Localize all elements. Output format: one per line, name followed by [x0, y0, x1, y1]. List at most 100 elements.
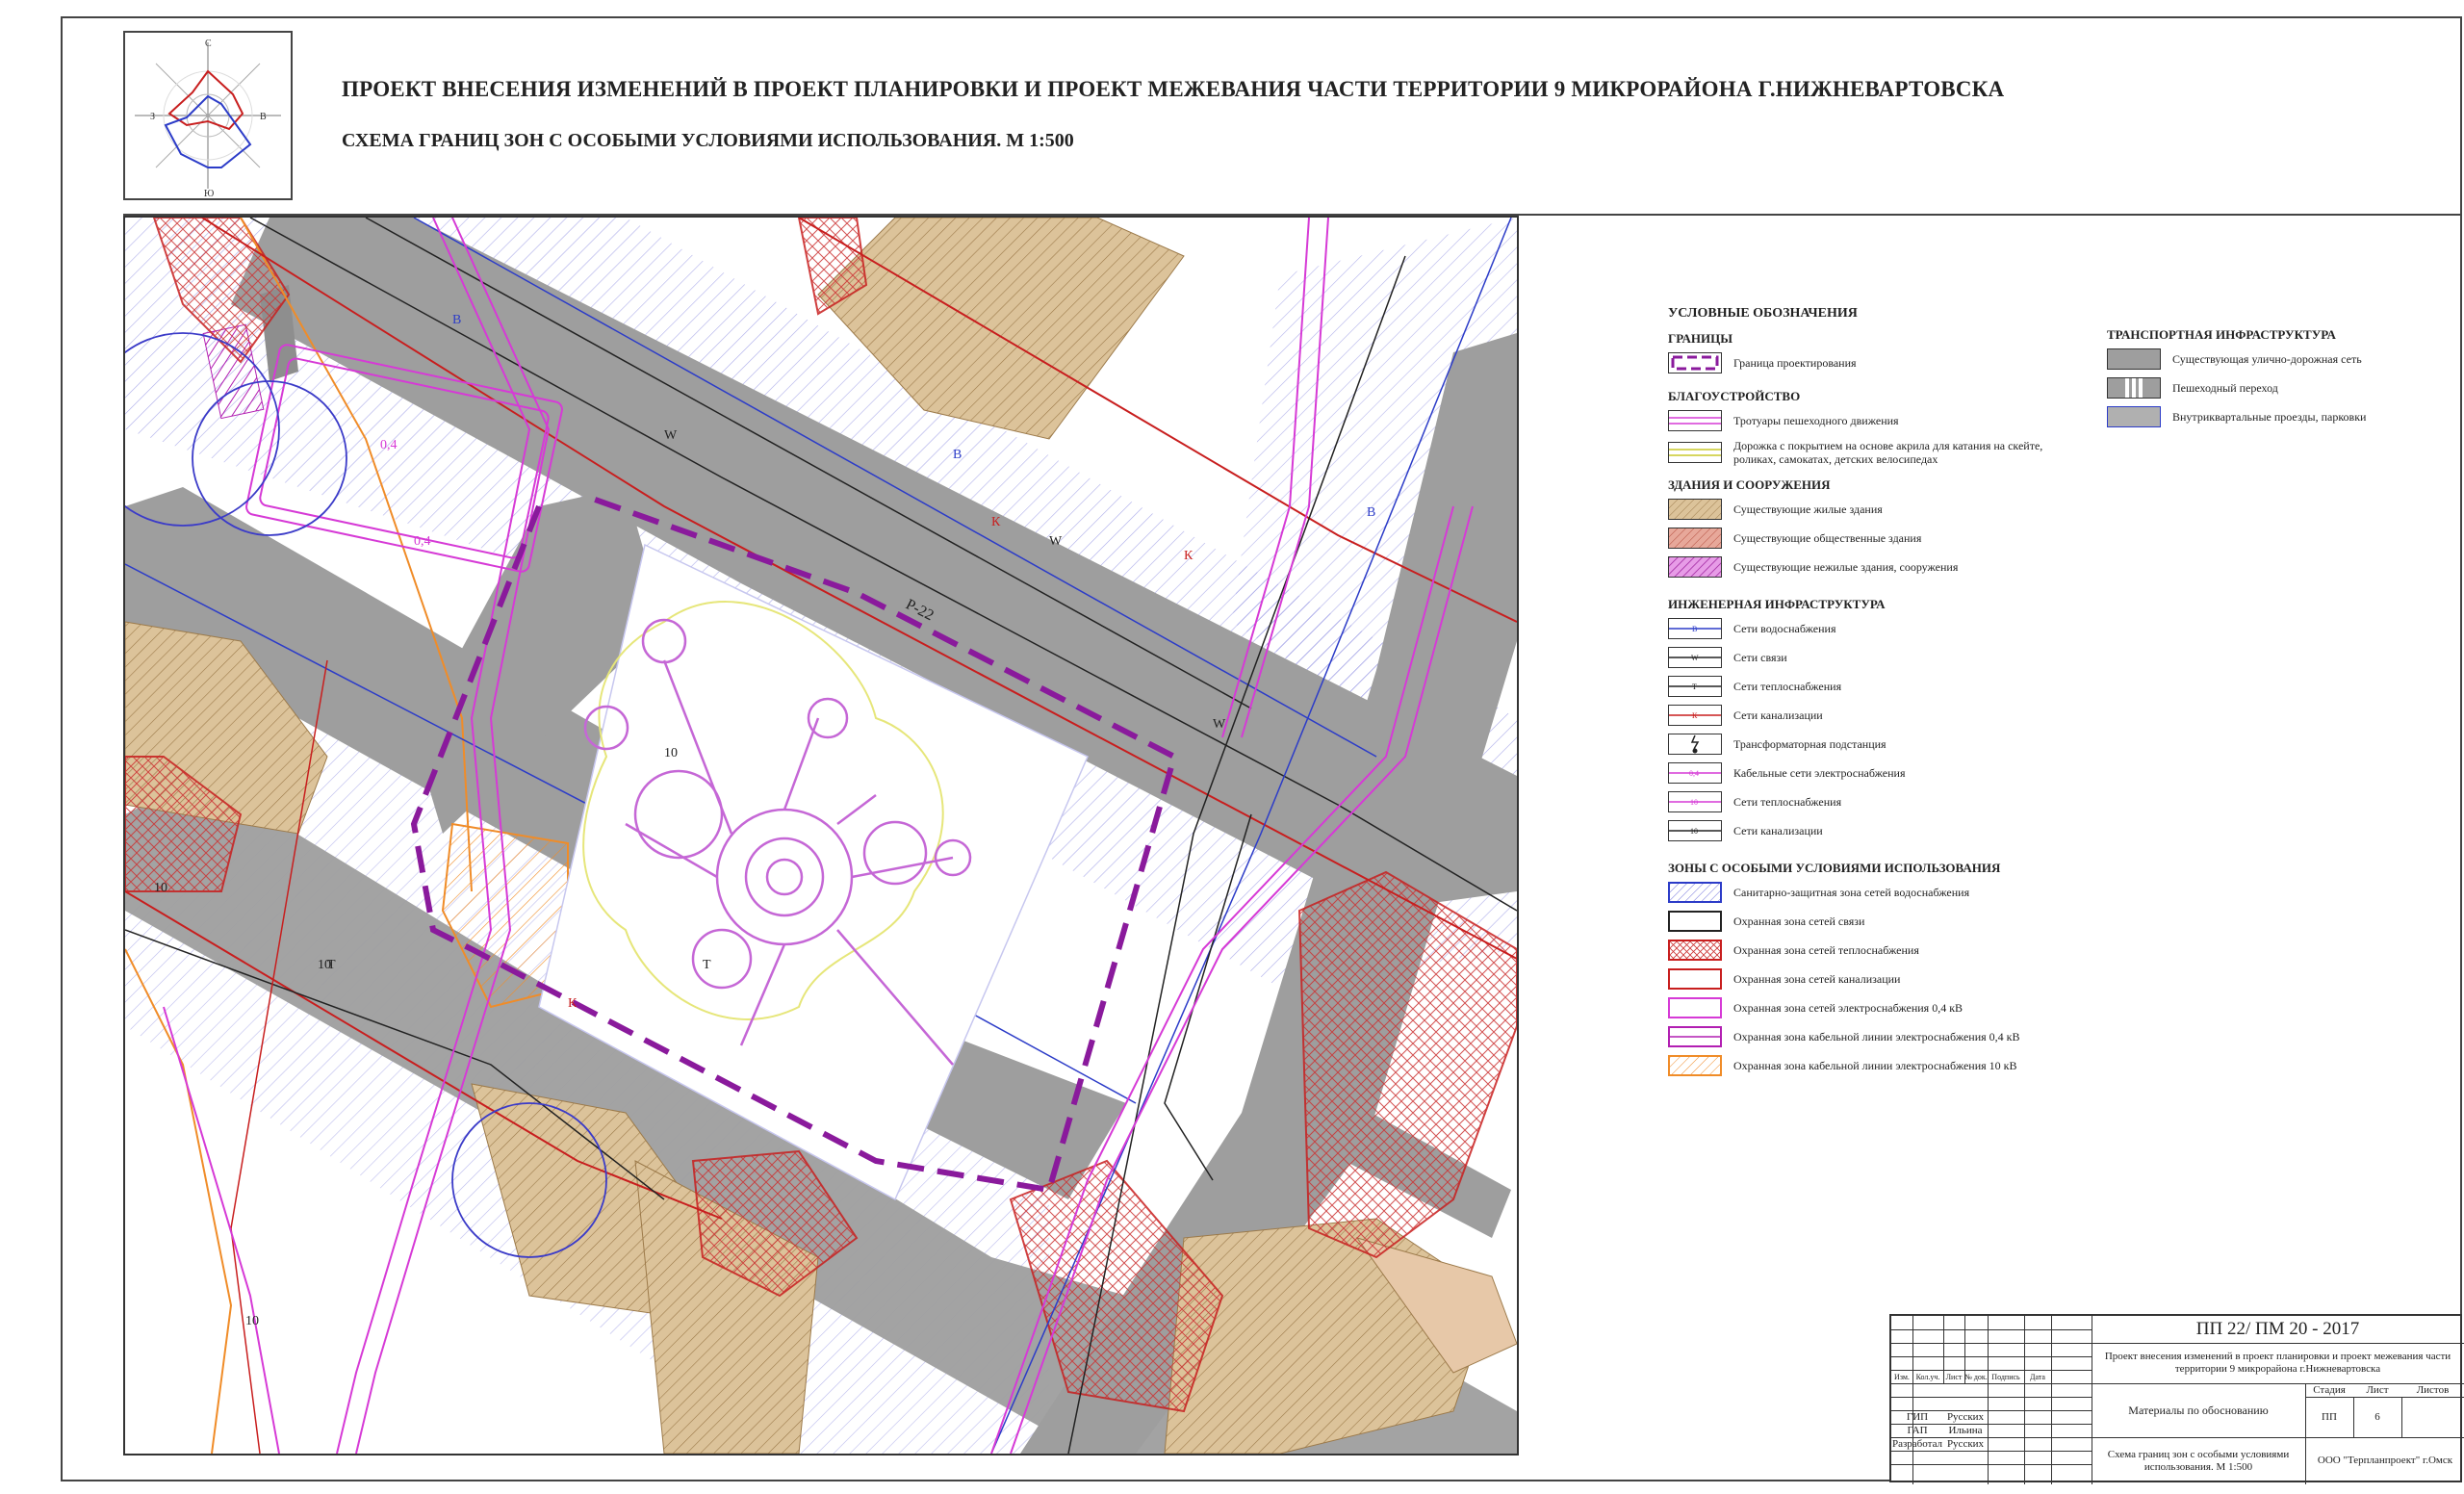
site-plan-map[interactable]: Р-22 В В В W W W К К К Т Т 0,4 0,4 10 10…: [125, 218, 1517, 1454]
legend-item-z-heat: Охранная зона сетей теплоснабжения: [1668, 940, 1919, 961]
legend-item-comm-line: W Сети связи: [1668, 647, 1787, 668]
water-zone-swatch-icon: [1668, 882, 1722, 903]
sheet-value: 6: [2374, 1411, 2380, 1423]
heat-line-swatch-icon: Т: [1668, 676, 1722, 697]
drive-swatch-icon: [2107, 406, 2161, 427]
legend-section-zones: ЗОНЫ С ОСОБЫМИ УСЛОВИЯМИ ИСПОЛЬЗОВАНИЯ: [1668, 861, 2001, 875]
nonres-building-swatch-icon: [1668, 556, 1722, 578]
stage-value: ПП: [2322, 1411, 2337, 1423]
label-comm-3: W: [1213, 717, 1226, 732]
legend-item-road: Существующая улично-дорожная сеть: [2107, 348, 2362, 370]
name-gip: Русских: [1946, 1411, 1985, 1423]
crossing-swatch-icon: [2107, 377, 2161, 399]
sheet-name: Схема границ зон с особыми условиями исп…: [2107, 1448, 2290, 1473]
role-gap: ГАП: [1907, 1425, 1928, 1436]
el04-zone-swatch-icon: [1668, 997, 1722, 1018]
legend-title: УСЛОВНЫЕ ОБОЗНАЧЕНИЯ: [1668, 306, 1858, 321]
cable-line-swatch-icon: 0,4: [1668, 762, 1722, 784]
svg-text:Т: Т: [1692, 683, 1697, 691]
legend-item-crossing: Пешеходный переход: [2107, 377, 2278, 399]
road-swatch-icon: [2107, 348, 2161, 370]
label-cable04: 0,4: [380, 438, 398, 452]
legend-item-z-sewer: Охранная зона сетей канализации: [1668, 968, 1900, 990]
stage-header: Стадия: [2313, 1384, 2346, 1396]
substation-swatch-icon: [1668, 734, 1722, 755]
sheets-value: [2401, 1397, 2464, 1437]
legend-section-transport: ТРАНСПОРТНАЯ ИНФРАСТРУКТУРА: [2107, 327, 2336, 342]
legend-item-drive: Внутриквартальные проезды, парковки: [2107, 406, 2366, 427]
legend-item-z-comm: Охранная зона сетей связи: [1668, 911, 1864, 932]
comm-zone-swatch-icon: [1668, 911, 1722, 932]
legend-item-heat-line-2: 10 Сети теплоснабжения: [1668, 791, 1841, 812]
residential-swatch-icon: [1668, 499, 1722, 520]
svg-text:10: 10: [1690, 798, 1698, 807]
compass-south: Ю: [204, 189, 214, 198]
legend-item-z-cab04: Охранная зона кабельной линии электросна…: [1668, 1026, 2019, 1047]
heat-line-2-swatch-icon: 10: [1668, 791, 1722, 812]
page-title: ПРОЕКТ ВНЕСЕНИЯ ИЗМЕНЕНИЙ В ПРОЕКТ ПЛАНИ…: [342, 77, 2005, 101]
comm-line-swatch-icon: W: [1668, 647, 1722, 668]
svg-text:0,4: 0,4: [1689, 769, 1699, 778]
svg-text:W: W: [1691, 654, 1699, 662]
map-canvas[interactable]: Р-22 В В В W W W К К К Т Т 0,4 0,4 10 10…: [123, 216, 1519, 1455]
label-sewer-2: К: [1184, 549, 1194, 563]
sewer-line-swatch-icon: К: [1668, 705, 1722, 726]
label-comm: W: [664, 428, 678, 443]
col-list: Лист: [1945, 1372, 1963, 1381]
label-comm-2: W: [1049, 534, 1063, 549]
col-kol: Кол.уч.: [1915, 1372, 1940, 1381]
label-cable10-2: 10: [318, 958, 331, 972]
sewer-line-2-swatch-icon: 10: [1668, 820, 1722, 841]
legend-item-boundary: Граница проектирования: [1668, 352, 1857, 374]
legend-item-heat-line: Т Сети теплоснабжения: [1668, 676, 1841, 697]
legend-item-cable-line: 0,4 Кабельные сети электроснабжения: [1668, 762, 1906, 784]
label-sewer-3: К: [568, 996, 578, 1011]
project-name: Проект внесения изменений в проект плани…: [2104, 1351, 2451, 1375]
svg-text:10: 10: [1690, 827, 1698, 836]
label-cable10: 10: [154, 881, 167, 895]
label-sewer: К: [991, 515, 1001, 529]
legend-item-public: Существующие общественные здания: [1668, 528, 1921, 549]
col-izm: Изм.: [1894, 1372, 1910, 1381]
sewer-zone-swatch-icon: [1668, 968, 1722, 990]
label-heat-2: Т: [703, 958, 711, 972]
name-developer: Русских: [1946, 1438, 1985, 1450]
role-developer: Разработал: [1891, 1438, 1943, 1450]
col-sign: Подпись: [1991, 1372, 2020, 1381]
acryl-path-swatch-icon: [1668, 442, 1722, 463]
heat-zone-swatch-icon: [1668, 940, 1722, 961]
label-water-2: В: [953, 448, 962, 462]
label-cable04-2: 0,4: [414, 534, 431, 549]
legend-item-residential: Существующие жилые здания: [1668, 499, 1883, 520]
wind-rose-compass: С Ю З В: [123, 31, 293, 200]
cab04-zone-swatch-icon: [1668, 1026, 1722, 1047]
legend-item-z-cab10: Охранная зона кабельной линии электросна…: [1668, 1055, 2016, 1076]
legend-section-engineering: ИНЖЕНЕРНАЯ ИНФРАСТРУКТУРА: [1668, 597, 1886, 611]
svg-text:К: К: [1692, 711, 1698, 720]
water-line-swatch-icon: В: [1668, 618, 1722, 639]
sidewalk-swatch-icon: [1668, 410, 1722, 431]
compass-north: С: [205, 39, 212, 49]
legend-item-z-el04: Охранная зона сетей электроснабжения 0,4…: [1668, 997, 1963, 1018]
public-building-swatch-icon: [1668, 528, 1722, 549]
label-cable10-3: 10: [245, 1314, 259, 1328]
legend-section-landscaping: БЛАГОУСТРОЙСТВО: [1668, 389, 1801, 403]
legend-item-nonres: Существующие нежилые здания, сооружения: [1668, 556, 1958, 578]
role-gip: ГИП: [1906, 1411, 1929, 1423]
legend-section-buildings: ЗДАНИЯ И СООРУЖЕНИЯ: [1668, 477, 1831, 492]
title-block: Изм. Кол.уч. Лист № док. Подпись Дата ГИ…: [1889, 1314, 2464, 1484]
materials-label: Материалы по обоснованию: [2128, 1403, 2269, 1417]
sheet-header: Лист: [2366, 1384, 2389, 1396]
legend-item-sewer-line: К Сети канализации: [1668, 705, 1823, 726]
legend-item-water-line: В Сети водоснабжения: [1668, 618, 1836, 639]
legend-section-boundaries: ГРАНИЦЫ: [1668, 331, 1733, 346]
legend-item-substation: Трансформаторная подстанция: [1668, 734, 1886, 755]
compass-west: З: [150, 112, 155, 122]
legend-item-sewer-line-2: 10 Сети канализации: [1668, 820, 1823, 841]
map-legend: УСЛОВНЫЕ ОБОЗНАЧЕНИЯ ГРАНИЦЫ Граница про…: [1668, 306, 2457, 1105]
name-gap: Ильина: [1948, 1425, 1983, 1436]
label-water-3: В: [1367, 505, 1375, 520]
wind-rose-icon: С Ю З В: [135, 39, 281, 199]
legend-item-sidewalk: Тротуары пешеходного движения: [1668, 410, 1899, 431]
compass-east: В: [260, 112, 267, 122]
